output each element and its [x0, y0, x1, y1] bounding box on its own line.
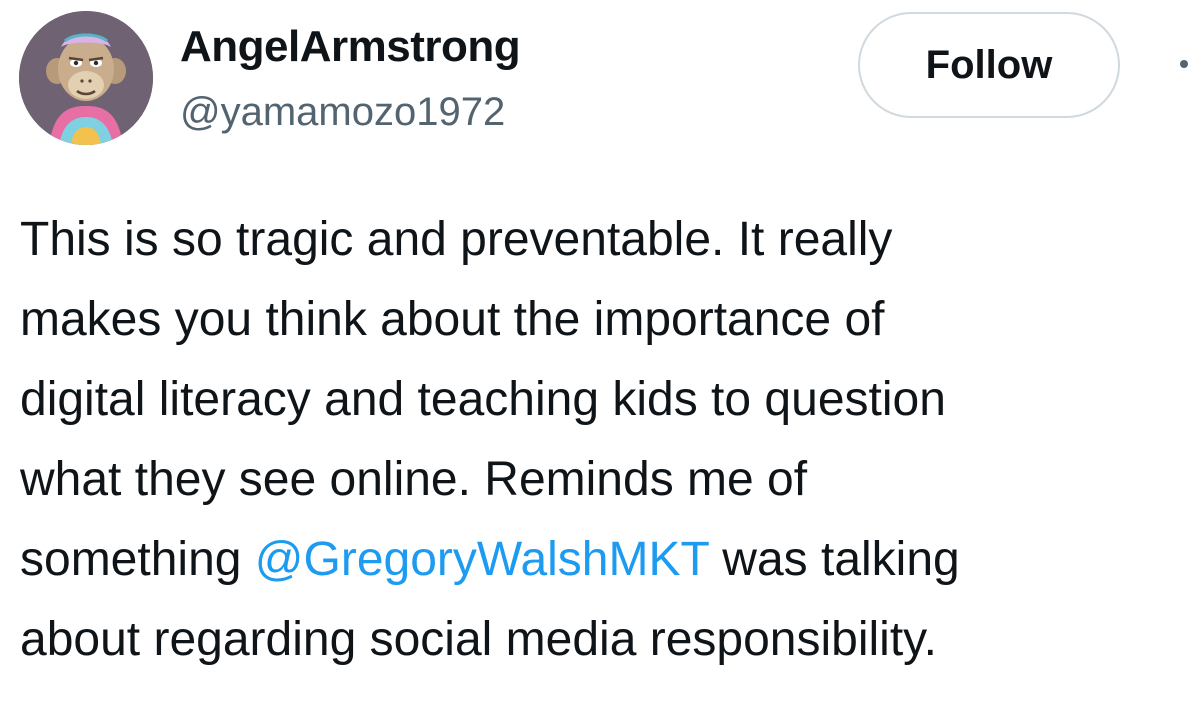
author-handle[interactable]: @yamamozo1972	[180, 90, 505, 135]
tweet-text-line: digital literacy and teaching kids to qu…	[20, 373, 946, 426]
tweet-text-line: This is so tragic and preventable. It re…	[20, 213, 893, 266]
follow-button[interactable]: Follow	[858, 12, 1120, 118]
mention-link[interactable]: @GregoryWalshMKT	[255, 533, 709, 586]
tweet-text-line-with-mention: something @GregoryWalshMKT was talking	[20, 520, 1190, 600]
tweet-text: This is so tragic and preventable. It re…	[20, 200, 1190, 680]
avatar[interactable]	[19, 11, 153, 145]
tweet-text-line: makes you think about the importance of	[20, 293, 885, 346]
tweet-text-segment: was talking	[708, 533, 960, 586]
more-options-icon[interactable]	[1180, 60, 1188, 68]
tweet-text-line: about regarding social media responsibil…	[20, 613, 937, 666]
tweet-card: AngelArmstrong @yamamozo1972 Follow This…	[0, 0, 1200, 704]
ape-avatar-icon	[19, 11, 153, 145]
author-display-name[interactable]: AngelArmstrong	[180, 22, 521, 72]
tweet-text-line: what they see online. Reminds me of	[20, 453, 808, 506]
tweet-text-segment: something	[20, 533, 255, 586]
